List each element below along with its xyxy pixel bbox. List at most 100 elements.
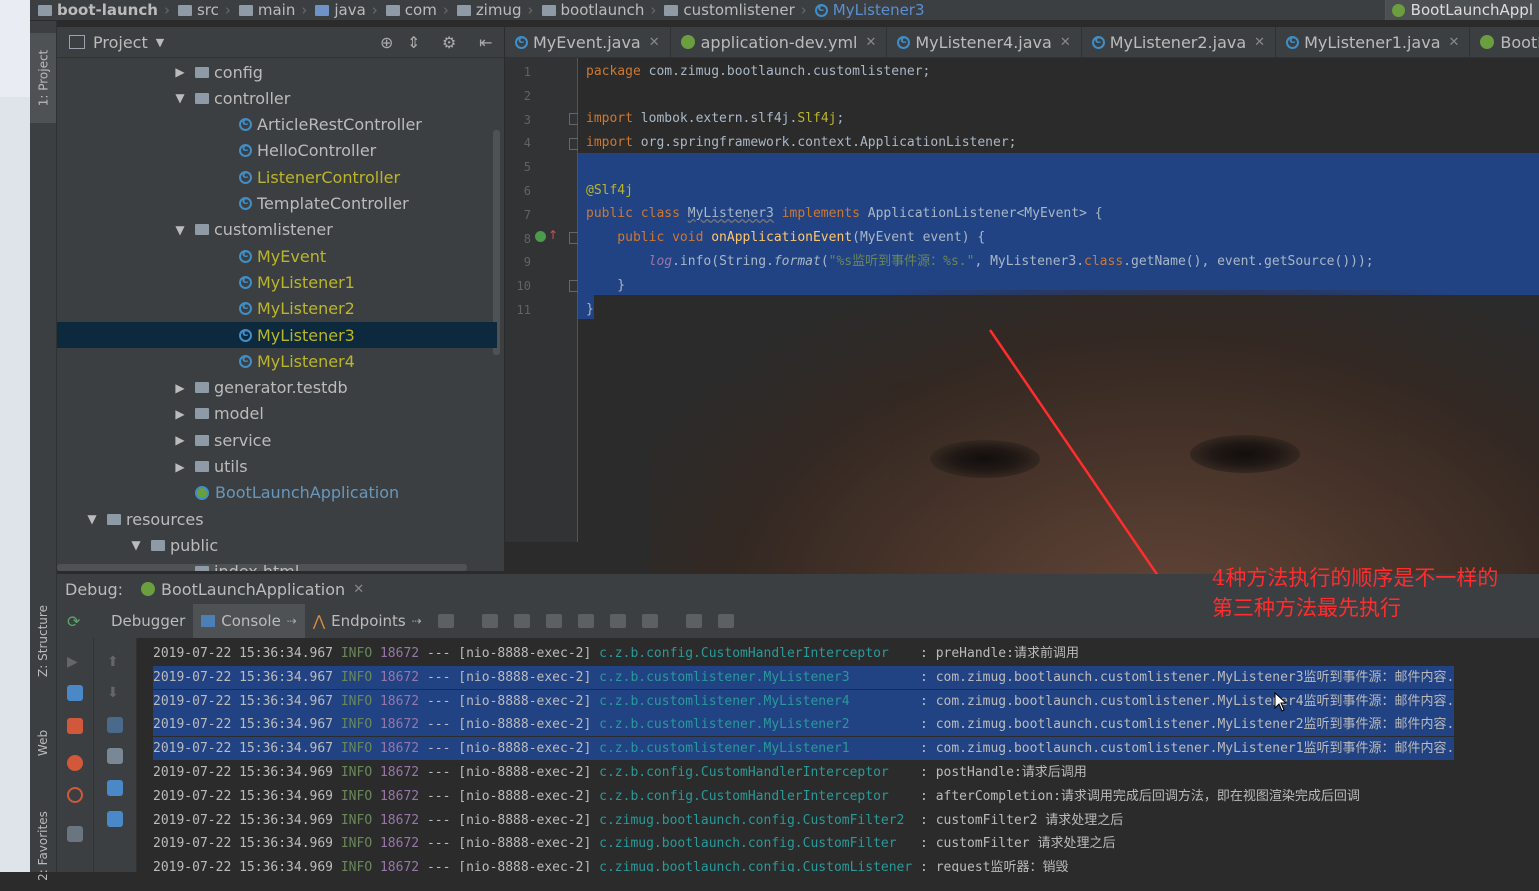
tree-item[interactable]: ▼ controller (57, 85, 497, 111)
breadcrumb-item[interactable]: src (177, 1, 219, 19)
stop-icon[interactable] (67, 718, 83, 734)
log-row: 2019-07-22 15:36:34.967 INFO 18672 --- [… (153, 689, 1455, 713)
mute-breakpoints-icon[interactable] (67, 787, 83, 803)
chevron-down-icon[interactable]: ▼ (156, 36, 164, 49)
camera-icon[interactable] (67, 826, 83, 842)
resume-icon[interactable]: ▶ (67, 654, 83, 670)
step-out-icon[interactable] (577, 614, 594, 628)
favorites-tool-tab[interactable]: 2: Favorites (30, 801, 56, 891)
tree-item[interactable]: ▶ generator.testdb (57, 375, 497, 401)
structure-tool-tab[interactable]: Z: Structure (30, 591, 56, 691)
collapse-arrow-icon[interactable]: ▶ (173, 407, 187, 421)
collapse-arrow-icon[interactable]: ▶ (173, 65, 187, 79)
collapse-arrow-icon[interactable]: ▶ (173, 433, 187, 447)
folder-icon (315, 4, 330, 16)
line-number: 9 (523, 255, 531, 270)
breadcrumb-item[interactable]: MyListener3 (814, 1, 925, 19)
breadcrumb-item[interactable]: zimug (456, 1, 522, 19)
editor-tab[interactable]: MyListener4.java ✕ (887, 27, 1082, 57)
drop-frame-icon[interactable] (609, 614, 626, 628)
tab-debugger[interactable]: Debugger (103, 604, 193, 638)
step-into-icon[interactable] (513, 614, 530, 628)
tree-item[interactable]: BootLaunchApplication (57, 480, 497, 506)
trash-icon[interactable] (107, 811, 123, 827)
close-icon[interactable]: ✕ (649, 35, 660, 50)
collapse-all-icon[interactable]: ⇕ (407, 33, 420, 52)
tree-item[interactable]: ArticleRestController (57, 112, 497, 138)
tree-item[interactable]: index.html (57, 559, 497, 571)
project-view-selector[interactable]: Project (93, 33, 148, 52)
run-config-selector[interactable]: BootLaunchAppl (1384, 0, 1539, 20)
implements-method-icon[interactable] (535, 231, 546, 242)
breadcrumb-item[interactable]: bootlaunch (541, 1, 644, 19)
editor-tab[interactable]: BootLaunch (1470, 27, 1539, 57)
trace-icon[interactable] (717, 614, 734, 628)
close-icon[interactable]: ✕ (1254, 35, 1265, 50)
debug-arrow-icon[interactable]: ↑ (548, 228, 558, 242)
tree-item[interactable]: MyListener1 (57, 269, 497, 295)
editor-tab[interactable]: application-dev.yml ✕ (671, 27, 888, 57)
step-over-icon[interactable] (481, 614, 498, 628)
run-to-cursor-icon[interactable] (641, 614, 658, 628)
tree-item[interactable]: ▶ service (57, 427, 497, 453)
tree-item[interactable]: MyListener3 (57, 322, 497, 348)
tree-item[interactable]: ▼ resources (57, 506, 497, 532)
console-output[interactable]: 2019-07-22 15:36:34.967 INFO 18672 --- [… (137, 638, 1539, 872)
tree-item[interactable]: MyEvent (57, 243, 497, 269)
rerun-icon[interactable]: ⟳ (67, 612, 85, 631)
hide-panel-icon[interactable]: ⇤ (479, 33, 492, 52)
arrow-down-icon[interactable]: ⬇ (107, 685, 123, 701)
expand-arrow-icon[interactable]: ▼ (129, 538, 143, 552)
editor-tab[interactable]: MyListener1.java ✕ (1276, 27, 1471, 57)
scroll-to-end-icon[interactable] (107, 748, 123, 764)
breadcrumb-item[interactable]: java (315, 1, 366, 19)
breadcrumb-item[interactable]: main (238, 1, 295, 19)
tree-item-label: MyListener3 (257, 325, 355, 345)
view-breakpoints-icon[interactable] (67, 755, 83, 771)
tab-endpoints-label: Endpoints (331, 612, 406, 630)
tab-console[interactable]: Console ⇢ (193, 604, 305, 638)
editor-tab[interactable]: MyListener2.java ✕ (1082, 27, 1277, 57)
tree-item[interactable]: ▼ customlistener (57, 217, 497, 243)
project-tool-tab[interactable]: 1: Project (30, 33, 56, 123)
soft-wrap-icon[interactable] (107, 717, 123, 733)
log-lvl: INFO (340, 765, 373, 780)
locate-icon[interactable]: ⊕ (380, 33, 393, 52)
expand-arrow-icon[interactable]: ▼ (173, 223, 187, 237)
show-execution-point-icon[interactable] (437, 614, 454, 628)
tree-item[interactable]: ▶ model (57, 401, 497, 427)
expand-arrow-icon[interactable]: ▼ (85, 512, 99, 526)
close-icon[interactable]: ✕ (865, 35, 876, 50)
debug-session-tab[interactable]: BootLaunchApplication (161, 580, 345, 599)
tree-item[interactable]: ▶ config (57, 59, 497, 85)
web-tool-tab[interactable]: Web (30, 713, 56, 773)
expand-arrow-icon[interactable]: ▼ (173, 91, 187, 105)
breadcrumb-item[interactable]: boot-launch (38, 1, 158, 19)
log-ts: 2019-07-22 15:36:34.969 (153, 836, 334, 852)
tree-item[interactable]: ▶ utils (57, 454, 497, 480)
tree-item[interactable]: HelloController (57, 138, 497, 164)
gear-icon[interactable]: ⚙ (442, 33, 456, 52)
force-step-into-icon[interactable] (545, 614, 562, 628)
close-icon[interactable]: ✕ (353, 582, 364, 597)
pause-icon[interactable] (67, 685, 83, 701)
arrow-up-icon[interactable]: ⬆ (107, 654, 123, 670)
editor-tab[interactable]: MyEvent.java ✕ (505, 27, 671, 57)
breadcrumb-item[interactable]: com (385, 1, 437, 19)
collapse-arrow-icon[interactable]: ▶ (173, 460, 187, 474)
evaluate-expression-icon[interactable] (685, 614, 702, 628)
collapse-arrow-icon[interactable]: ▶ (173, 381, 187, 395)
editor-tab-label: MyListener4.java (915, 32, 1052, 52)
tree-item[interactable]: ListenerController (57, 164, 497, 190)
tree-item-label: MyEvent (257, 246, 327, 266)
tree-item[interactable]: MyListener4 (57, 348, 497, 374)
breadcrumb-item[interactable]: customlistener (664, 1, 795, 19)
tree-item[interactable]: TemplateController (57, 191, 497, 217)
tree-item[interactable]: MyListener2 (57, 296, 497, 322)
close-icon[interactable]: ✕ (1060, 35, 1071, 50)
tree-item[interactable]: ▼ public (57, 532, 497, 558)
folder-icon (38, 4, 52, 16)
print-icon[interactable] (107, 780, 123, 796)
close-icon[interactable]: ✕ (1449, 35, 1460, 50)
tab-endpoints[interactable]: ⋀ Endpoints ⇢ (305, 604, 430, 638)
